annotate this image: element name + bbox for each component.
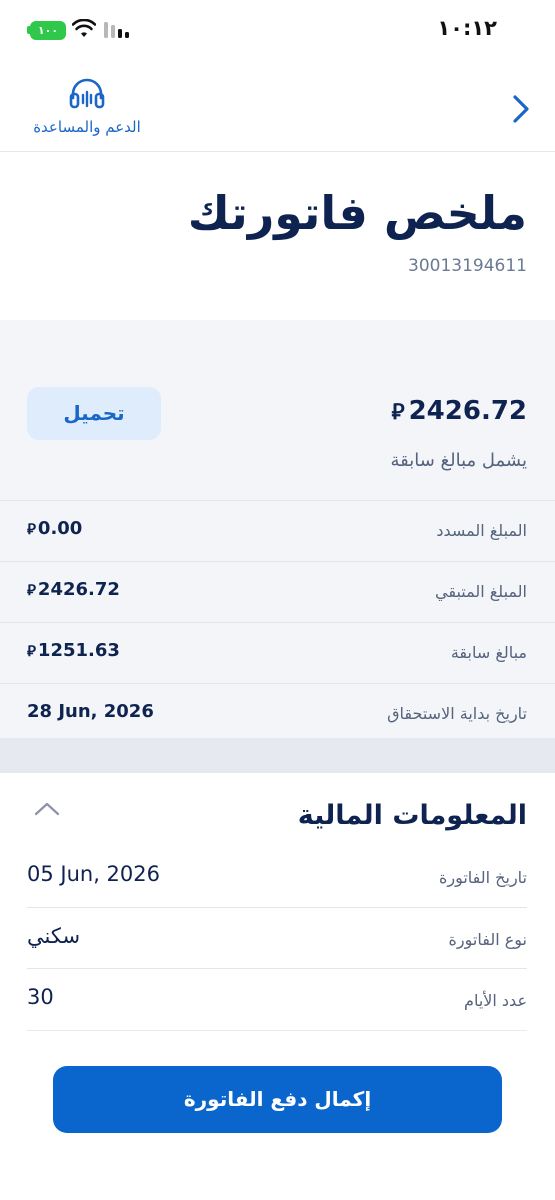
summary-row: مبالغ سابقة ⃁ 1251.63 [0, 622, 555, 684]
paid-amount: 0.00 [37, 518, 83, 539]
status-bar: ١٠٠ ١٠:١٢ [0, 0, 555, 62]
summary-row: تاريخ بداية الاستحقاق 28 Jun, 2026 [0, 683, 555, 745]
signal-icon [104, 22, 129, 38]
financial-info-title: المعلومات المالية [297, 800, 527, 831]
headset-icon [69, 78, 105, 109]
summary-row-value: ⃁ 0.00 [27, 518, 82, 539]
account-number: 30013194611 [408, 256, 527, 276]
summary-row-label: المبلغ المسدد [436, 521, 527, 540]
chevron-up-icon[interactable] [33, 800, 61, 818]
financial-row: عدد الأيام 30 [0, 969, 555, 1031]
summary-row-label: المبلغ المتبقي [435, 582, 527, 601]
status-time: ١٠:١٢ [437, 16, 497, 40]
riyal-currency-icon: ⃁ [27, 642, 36, 660]
riyal-currency-icon: ⃁ [391, 400, 405, 425]
summary-row-label: تاريخ بداية الاستحقاق [387, 704, 527, 723]
financial-row-label: عدد الأيام [464, 991, 527, 1010]
battery-icon: ١٠٠ [30, 21, 66, 40]
financial-row-label: نوع الفاتورة [448, 930, 527, 949]
financial-row: تاريخ الفاتورة 05 Jun, 2026 [0, 846, 555, 908]
page-title: ملخص فاتورتك [187, 186, 527, 240]
riyal-currency-icon: ⃁ [27, 520, 36, 538]
remaining-amount: 2426.72 [37, 579, 120, 600]
summary-row: المبلغ المتبقي ⃁ 2426.72 [0, 561, 555, 623]
support-button[interactable]: الدعم والمساعدة [22, 78, 152, 136]
summary-row: المبلغ المسدد ⃁ 0.00 [0, 500, 555, 562]
summary-row-value: ⃁ 2426.72 [27, 579, 120, 600]
support-label: الدعم والمساعدة [33, 118, 141, 136]
back-chevron-icon[interactable] [507, 92, 535, 126]
invoice-date: 05 Jun, 2026 [27, 862, 161, 886]
section-divider [0, 738, 555, 773]
due-start-date: 28 Jun, 2026 [27, 701, 154, 722]
download-button[interactable]: تحميل [27, 387, 161, 440]
riyal-currency-icon: ⃁ [27, 581, 36, 599]
complete-payment-button[interactable]: إكمال دفع الفاتورة [53, 1066, 502, 1133]
bill-summary-section: ⃁ 2426.72 يشمل مبالغ سابقة تحميل المبلغ ا… [0, 320, 555, 773]
days-count: 30 [27, 985, 54, 1009]
total-amount: ⃁ 2426.72 [392, 396, 528, 426]
includes-previous-text: يشمل مبالغ سابقة [390, 450, 527, 471]
app-header: الدعم والمساعدة [0, 62, 555, 152]
total-amount-value: 2426.72 [408, 396, 527, 426]
financial-row: نوع الفاتورة سكني [0, 908, 555, 970]
invoice-type: سكني [27, 924, 81, 948]
summary-row-value: ⃁ 1251.63 [27, 640, 120, 661]
previous-amount: 1251.63 [37, 640, 120, 661]
financial-row-label: تاريخ الفاتورة [438, 868, 527, 887]
summary-row-label: مبالغ سابقة [450, 643, 527, 662]
wifi-icon [72, 19, 96, 37]
